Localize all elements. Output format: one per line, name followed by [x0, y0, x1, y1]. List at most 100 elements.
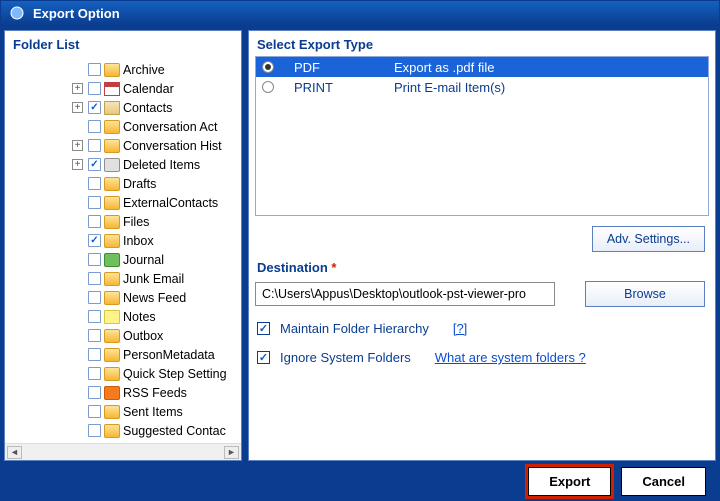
- tree-item[interactable]: Outbox: [7, 326, 239, 345]
- folder-checkbox[interactable]: [88, 424, 101, 437]
- cancel-button[interactable]: Cancel: [621, 467, 706, 496]
- export-name: PDF: [294, 60, 374, 75]
- folder-label: Conversation Hist: [123, 139, 222, 153]
- tree-item[interactable]: Archive: [7, 60, 239, 79]
- inbox-icon: [104, 234, 120, 248]
- browse-button[interactable]: Browse: [585, 281, 705, 307]
- maintain-hierarchy-help[interactable]: [?]: [453, 321, 467, 336]
- folder-checkbox[interactable]: [88, 63, 101, 76]
- contacts-icon: [104, 101, 120, 115]
- folder-checkbox[interactable]: [88, 101, 101, 114]
- folder-label: Outbox: [123, 329, 163, 343]
- folder-label: PersonMetadata: [123, 348, 215, 362]
- scroll-left-icon[interactable]: ◄: [7, 446, 22, 459]
- app-icon: [9, 5, 25, 21]
- folder-list-header: Folder List: [5, 31, 241, 56]
- expander-icon: [72, 64, 83, 75]
- tree-item[interactable]: Notes: [7, 307, 239, 326]
- adv-settings-button[interactable]: Adv. Settings...: [592, 226, 705, 252]
- deleted-icon: [104, 158, 120, 172]
- folder-icon: [104, 424, 120, 438]
- folder-checkbox[interactable]: [88, 329, 101, 342]
- tree-item[interactable]: +Sync Issues: [7, 440, 239, 441]
- tree-item[interactable]: Junk Email: [7, 269, 239, 288]
- folder-label: Quick Step Setting: [123, 367, 227, 381]
- folder-icon: [104, 177, 120, 191]
- destination-label: Destination *: [255, 254, 709, 281]
- tree-item[interactable]: + Conversation Hist: [7, 136, 239, 155]
- tree-item[interactable]: +Deleted Items: [7, 155, 239, 174]
- scroll-right-icon[interactable]: ►: [224, 446, 239, 459]
- folder-checkbox[interactable]: [88, 215, 101, 228]
- export-radio[interactable]: [262, 81, 274, 93]
- expander-icon: [72, 406, 83, 417]
- tree-item[interactable]: PersonMetadata: [7, 345, 239, 364]
- notes-icon: [104, 310, 120, 324]
- maintain-hierarchy-row: Maintain Folder Hierarchy [?]: [255, 307, 709, 336]
- expander-icon: [72, 121, 83, 132]
- maintain-hierarchy-checkbox[interactable]: [257, 322, 270, 335]
- tree-item[interactable]: Drafts: [7, 174, 239, 193]
- expander-icon: [72, 311, 83, 322]
- folder-checkbox[interactable]: [88, 82, 101, 95]
- folder-checkbox[interactable]: [88, 196, 101, 209]
- tree-item[interactable]: Inbox: [7, 231, 239, 250]
- folder-label: Notes: [123, 310, 156, 324]
- tree-item[interactable]: Files: [7, 212, 239, 231]
- export-radio[interactable]: [262, 61, 274, 73]
- expander-icon: [72, 425, 83, 436]
- destination-input[interactable]: [255, 282, 555, 306]
- expander-icon[interactable]: +: [72, 83, 83, 94]
- folder-checkbox[interactable]: [88, 291, 101, 304]
- folder-checkbox[interactable]: [88, 158, 101, 171]
- folder-checkbox[interactable]: [88, 405, 101, 418]
- folder-label: Journal: [123, 253, 164, 267]
- folder-checkbox[interactable]: [88, 367, 101, 380]
- folder-label: Files: [123, 215, 149, 229]
- expander-icon: [72, 292, 83, 303]
- folder-checkbox[interactable]: [88, 386, 101, 399]
- ignore-system-folders-checkbox[interactable]: [257, 351, 270, 364]
- expander-icon: [72, 349, 83, 360]
- ignore-system-folders-row: Ignore System Folders What are system fo…: [255, 336, 709, 365]
- export-type-list: PDFExport as .pdf filePRINTPrint E-mail …: [255, 56, 709, 216]
- folder-checkbox[interactable]: [88, 120, 101, 133]
- folder-checkbox[interactable]: [88, 177, 101, 190]
- tree-item[interactable]: Suggested Contac: [7, 421, 239, 440]
- tree-item[interactable]: ExternalContacts: [7, 193, 239, 212]
- folder-icon: [104, 63, 120, 77]
- tree-item[interactable]: Quick Step Setting: [7, 364, 239, 383]
- expander-icon[interactable]: +: [72, 159, 83, 170]
- tree-item[interactable]: News Feed: [7, 288, 239, 307]
- tree-item[interactable]: + Contacts: [7, 98, 239, 117]
- export-type-panel: Select Export Type PDFExport as .pdf fil…: [248, 30, 716, 461]
- folder-checkbox[interactable]: [88, 253, 101, 266]
- folder-label: Drafts: [123, 177, 156, 191]
- folder-tree[interactable]: Archive+Calendar+ContactsConversation Ac…: [7, 58, 239, 441]
- expander-icon[interactable]: +: [72, 140, 83, 151]
- folder-checkbox[interactable]: [88, 234, 101, 247]
- tree-item[interactable]: +Calendar: [7, 79, 239, 98]
- folder-checkbox[interactable]: [88, 272, 101, 285]
- outbox-icon: [104, 329, 120, 343]
- folder-icon: [104, 215, 120, 229]
- folder-label: Contacts: [123, 101, 172, 115]
- window-title: Export Option: [33, 6, 120, 21]
- tree-item[interactable]: Sent Items: [7, 402, 239, 421]
- export-option-row[interactable]: PRINTPrint E-mail Item(s): [256, 77, 708, 97]
- system-folders-link[interactable]: What are system folders ?: [435, 350, 586, 365]
- tree-item[interactable]: Journal: [7, 250, 239, 269]
- folder-checkbox[interactable]: [88, 139, 101, 152]
- export-option-row[interactable]: PDFExport as .pdf file: [256, 57, 708, 77]
- expander-icon: [72, 216, 83, 227]
- export-type-header: Select Export Type: [249, 31, 715, 56]
- tree-item[interactable]: RSS Feeds: [7, 383, 239, 402]
- tree-item[interactable]: Conversation Act: [7, 117, 239, 136]
- folder-checkbox[interactable]: [88, 310, 101, 323]
- export-button[interactable]: Export: [528, 467, 611, 496]
- folder-checkbox[interactable]: [88, 348, 101, 361]
- folder-label: Suggested Contac: [123, 424, 226, 438]
- expander-icon: [72, 273, 83, 284]
- expander-icon[interactable]: +: [72, 102, 83, 113]
- h-scrollbar[interactable]: ◄ ►: [5, 443, 241, 460]
